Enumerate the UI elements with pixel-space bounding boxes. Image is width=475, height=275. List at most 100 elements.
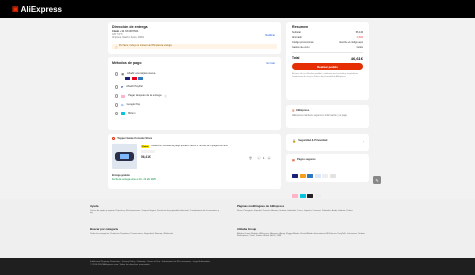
- choice-badge: Choice: [141, 145, 150, 148]
- card-brand-icons: [125, 77, 143, 80]
- total-row: Total 46,61€: [292, 56, 363, 61]
- secure-payments-title: Pagos seguros: [297, 158, 316, 162]
- brand-name: AliExpress: [20, 4, 62, 14]
- bizum-logo-icon: [299, 194, 306, 198]
- shipping-cost-value: Gratis: [356, 46, 363, 49]
- payment-option-card[interactable]: ▦ Añadir una tarjeta nueva: [115, 72, 155, 76]
- payment-radio[interactable]: [115, 85, 119, 89]
- payment-option-label: Añadir PayPal: [126, 85, 143, 89]
- place-order-button[interactable]: Realizar pedido: [292, 63, 363, 70]
- trust-title: AliExpress: [295, 109, 310, 113]
- recipient-phone: +34 6X3487664: [119, 30, 139, 33]
- footer-browse: Buscar por categoría Todas las categoría…: [90, 227, 220, 235]
- payment-radio[interactable]: [115, 94, 119, 98]
- promo-row[interactable]: Código promocional Escribe el código aqu…: [292, 41, 363, 44]
- product-price: 56,41€: [141, 155, 151, 159]
- notice-text: Por favor, incluye tu número de DNI para…: [119, 45, 173, 47]
- payment-methods-card: Métodos de pago Ver todo ▦ Añadir una ta…: [108, 57, 281, 130]
- info-icon: ⓘ: [164, 95, 167, 98]
- shipping-cost-label: Gastos de envío: [292, 46, 310, 49]
- recipient-name: Cledo: [112, 30, 120, 33]
- payment-option-paypal[interactable]: P Añadir PayPal: [115, 85, 143, 89]
- gpay-icon: G: [121, 103, 124, 107]
- promo-input[interactable]: Escribe el código aquí: [339, 41, 363, 44]
- total-value: 46,61€: [350, 56, 363, 61]
- shield-check-icon: ⛨: [292, 109, 295, 113]
- shipping-address-card: Dirección de entrega Cledo +34 6X3487664…: [108, 22, 281, 54]
- footer: Ayuda Centro de ayuda y soporte, Disputa…: [0, 199, 475, 258]
- store-header: Topper Game Console Store: [112, 137, 152, 141]
- shipping-cost-row: Gastos de envío Gratis: [292, 46, 363, 49]
- view-all-payments-link[interactable]: Ver todo: [266, 62, 275, 65]
- product-image[interactable]: [112, 144, 137, 169]
- footer-group-links[interactable]: Alibaba Group Website, AliExpress, Alima…: [237, 233, 377, 239]
- footer-browse-links[interactable]: Todas las categorías, Productos Populare…: [90, 233, 220, 236]
- trash-icon[interactable]: 🗑: [249, 157, 252, 160]
- promo-label: Código promocional: [292, 41, 314, 44]
- payment-option-gpay[interactable]: G Google Pay: [115, 103, 140, 107]
- security-privacy-card[interactable]: 🔒 Seguridad & Privacidad ›: [286, 134, 369, 151]
- payment-option-label: Pagar después de la entrega: [128, 94, 162, 98]
- payment-option-bizum[interactable]: Bizum: [115, 112, 136, 116]
- discount-row: Ahorrado -9,80€: [292, 36, 363, 39]
- store-name[interactable]: Topper Game Console Store: [117, 137, 152, 140]
- aliexpress-logo[interactable]: ▣ AliExpress: [12, 5, 62, 14]
- visa-icon: [125, 77, 130, 80]
- footer-multilang: Páginas multilingües de AliExpress Rusia…: [237, 204, 377, 212]
- footer-group-title: Alibaba Group: [237, 227, 257, 231]
- trust-header: ⛨ AliExpress: [292, 109, 309, 113]
- payment-radio[interactable]: [115, 72, 119, 76]
- payment-option-label: Bizum: [128, 112, 136, 115]
- increase-button[interactable]: +: [267, 156, 271, 160]
- console-screen: [120, 154, 129, 159]
- shipping-title: Dirección de entrega: [112, 25, 148, 29]
- discover-logo-icon: [314, 194, 321, 198]
- total-label: Total: [292, 56, 300, 60]
- footer-help-title: Ayuda: [90, 204, 99, 208]
- amex-icon: [138, 77, 143, 80]
- secure-payments-header: ▦ Pagos seguros: [292, 158, 316, 162]
- decrease-button[interactable]: −: [256, 156, 261, 160]
- security-title: Seguridad & Privacidad: [298, 139, 328, 143]
- change-address-link[interactable]: Modificar: [265, 34, 275, 37]
- lock-icon: 🔒: [292, 139, 297, 143]
- applepay-logo-icon: [307, 194, 313, 198]
- maestro-logo-icon: [329, 174, 336, 178]
- subtotal-label: Subtotal: [292, 31, 301, 34]
- aliexpress-trust-card: ⛨ AliExpress AliExpress mantiene seguros…: [286, 105, 369, 128]
- edit-icon: ✎: [375, 177, 379, 183]
- product-title-row: Choice JSNEPRIO consola de juego portáti…: [141, 145, 276, 148]
- summary-title: Resumen: [292, 25, 309, 29]
- quantity-value: 1: [263, 156, 265, 160]
- mastercard-logo-icon: [299, 174, 306, 178]
- chevron-right-icon: ›: [363, 139, 364, 143]
- paypal-icon: P: [121, 85, 124, 89]
- notice-banner: ⓘ Por favor, incluye tu número de DNI pa…: [112, 44, 277, 49]
- paypal-logo-icon: [314, 174, 321, 178]
- payment-option-klarna[interactable]: Pagar después de la entrega ⓘ: [115, 94, 167, 98]
- quantity-stepper[interactable]: 🗑 − 1 +: [249, 156, 271, 160]
- product-title[interactable]: JSNEPRIO consola de juego portátil PSBO2…: [151, 145, 228, 148]
- mastercard-icon: [131, 77, 137, 80]
- store-select-checkbox[interactable]: [112, 137, 116, 141]
- payment-radio[interactable]: [115, 103, 119, 107]
- feedback-button[interactable]: ✎: [373, 176, 381, 184]
- security-row[interactable]: 🔒 Seguridad & Privacidad: [292, 139, 327, 143]
- product-variant[interactable]: [141, 150, 155, 153]
- gpay-logo-icon: [322, 174, 328, 178]
- copyright: © 2010-2024 AliExpress.com. Todos los de…: [90, 263, 151, 266]
- payment-radio[interactable]: [115, 112, 119, 116]
- footer-help-links[interactable]: Centro de ayuda y soporte, Disputas y Re…: [90, 210, 220, 216]
- bizum-icon: [121, 112, 126, 116]
- footer-multilang-links[interactable]: Rusia, Portugués, Español, Francés, Alem…: [237, 210, 377, 213]
- klarna-icon: [121, 94, 126, 98]
- order-summary-card: Resumen Subtotal 56,41€ Ahorrado -9,80€ …: [286, 22, 369, 100]
- store-items-card: Topper Game Console Store Choice JSNEPRI…: [108, 134, 281, 189]
- secure-payments-card: ▦ Pagos seguros: [286, 154, 369, 198]
- card-icon: ▦: [121, 72, 125, 76]
- recipient-line: Cledo +34 6X3487664: [112, 30, 138, 33]
- payment-title: Métodos de pago: [112, 61, 142, 65]
- footer-multilang-title: Páginas multilingües de AliExpress: [237, 204, 285, 208]
- payment-option-label: Añadir una tarjeta nueva: [127, 72, 156, 76]
- summary-divider: [292, 52, 363, 53]
